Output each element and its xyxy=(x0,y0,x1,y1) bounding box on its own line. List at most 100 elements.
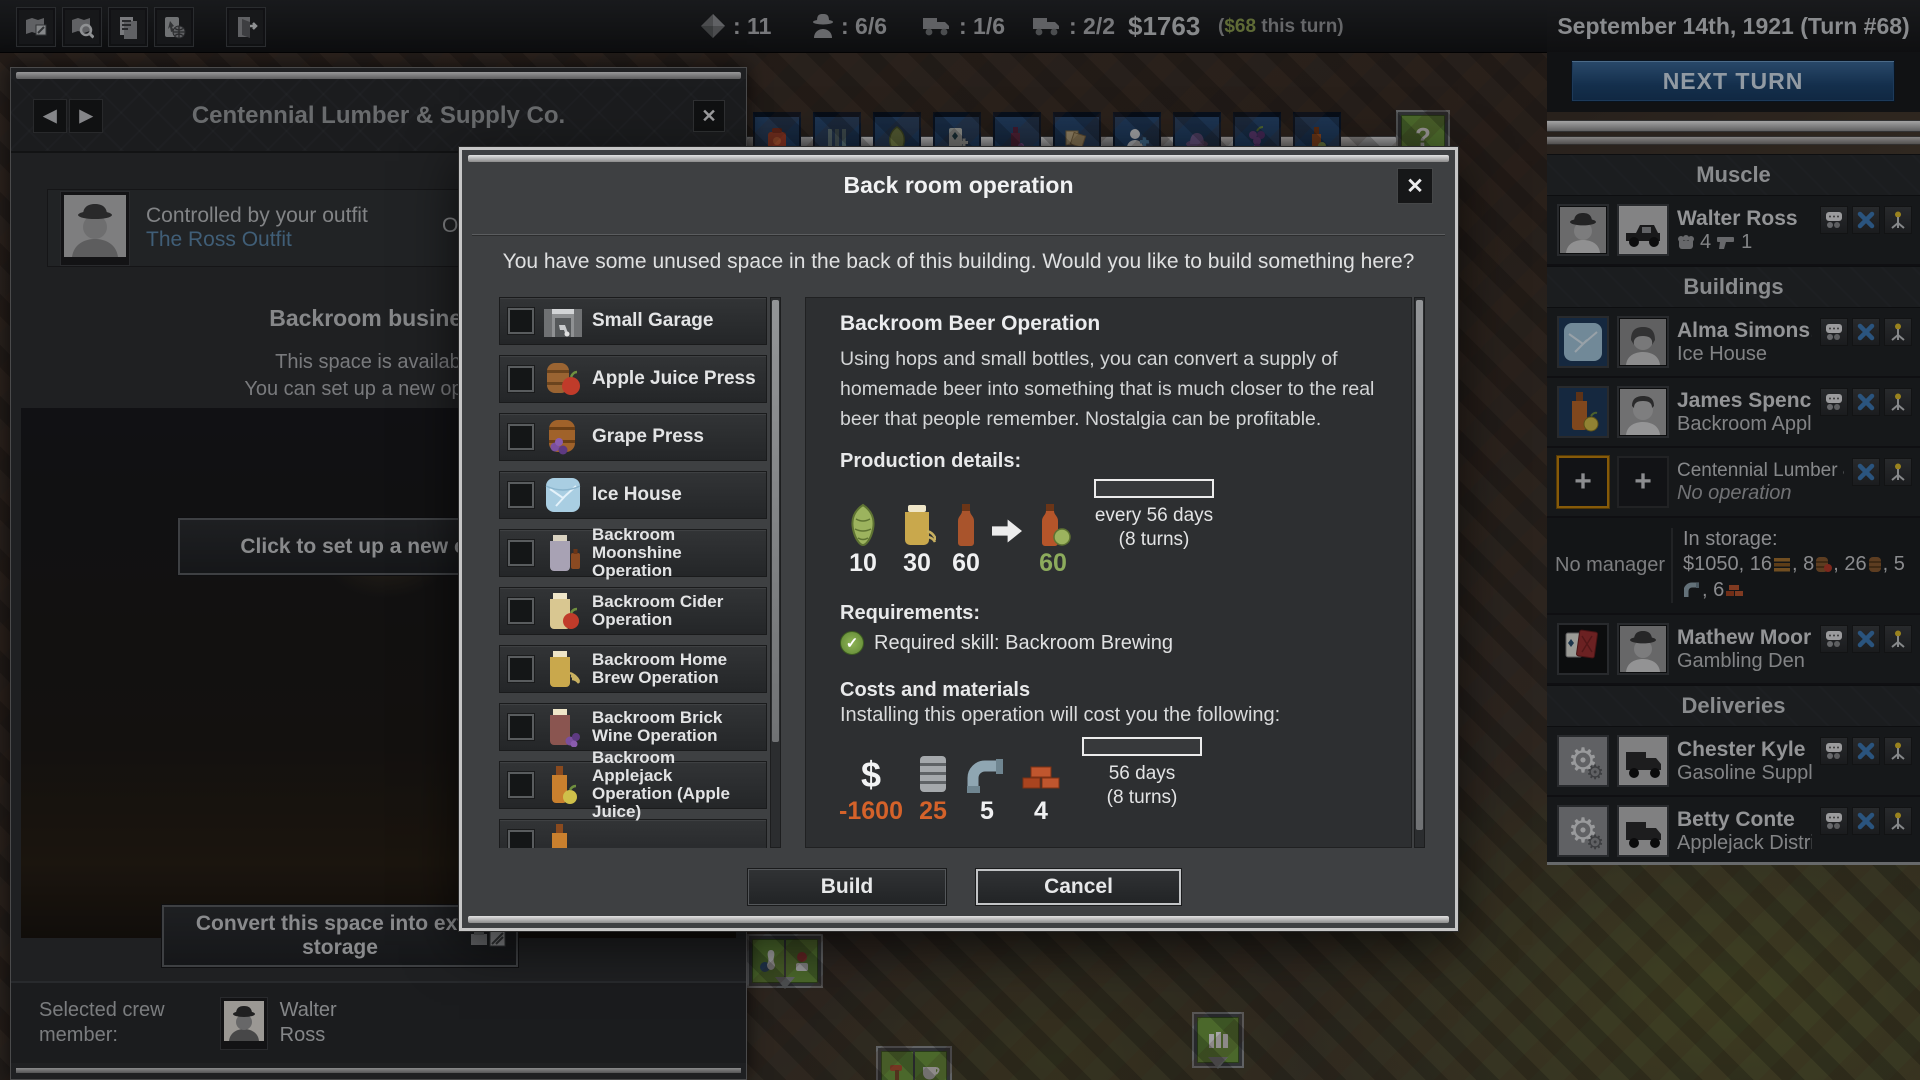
bottle-icon xyxy=(542,821,584,848)
cancel-button[interactable]: Cancel xyxy=(976,869,1181,905)
modal-bottom-rail xyxy=(468,916,1449,923)
cycle-text-2: (8 turns) xyxy=(1118,529,1190,550)
ice-house-icon xyxy=(542,473,584,517)
option-label: Apple Juice Press xyxy=(592,368,756,389)
operation-option-cider[interactable]: Backroom Cider Operation xyxy=(499,587,767,635)
requirements-heading: Requirements: xyxy=(840,602,981,624)
grape-press-icon xyxy=(542,415,584,459)
option-label: Backroom Cider Operation xyxy=(592,592,724,629)
moonshine-icon xyxy=(542,531,584,575)
small-bottle-icon xyxy=(958,504,974,546)
check-icon: ✓ xyxy=(840,631,864,655)
close-icon: ✕ xyxy=(1406,174,1424,198)
modal-divider xyxy=(472,234,1445,235)
output-beer: 60 xyxy=(1030,503,1076,576)
option-label: Backroom Applejack Operation (Apple Juic… xyxy=(592,748,730,821)
cost-qty: 5 xyxy=(980,797,994,825)
home-brew-icon xyxy=(542,647,584,691)
option-label: Backroom Moonshine Operation xyxy=(592,525,682,580)
cost-time-1: 56 days xyxy=(1108,763,1176,784)
modal-title: Back room operation xyxy=(843,172,1074,198)
modal-message: You have some unused space in the back o… xyxy=(502,250,1415,273)
detail-scrollbar[interactable] xyxy=(1414,297,1425,848)
cycle-text-1: every 56 days xyxy=(1094,505,1214,526)
requirement-text: Required skill: Backroom Brewing xyxy=(874,631,1174,654)
operation-option-ice-house[interactable]: Ice House xyxy=(499,471,767,519)
cost-time: 56 days (8 turns) xyxy=(1082,737,1202,810)
cost-pipe: 5 xyxy=(964,753,1010,824)
apple-juice-press-icon xyxy=(542,357,584,401)
game-screen: ?: 11: 6/6: 1/6: 2/2 $1763 ($68 this… xyxy=(0,0,1920,1080)
checkbox[interactable] xyxy=(508,598,534,624)
backroom-operation-modal: Back room operation ✕ You have some unus… xyxy=(459,147,1458,931)
applejack-icon xyxy=(542,763,584,807)
checkbox[interactable] xyxy=(508,308,534,334)
input-small-bottle: 60 xyxy=(948,503,984,576)
production-heading: Production details: xyxy=(840,450,1022,472)
option-label: Small Garage xyxy=(592,310,714,331)
bricks-icon xyxy=(1022,766,1060,789)
cost-cash: $ -1600 xyxy=(839,754,903,825)
costs-line: Installing this operation will cost you … xyxy=(840,704,1281,726)
list-scrollbar-thumb[interactable] xyxy=(772,300,779,742)
option-label: Backroom Brick Wine Operation xyxy=(592,708,723,745)
operation-option-apple-juice-press[interactable]: Apple Juice Press xyxy=(499,355,767,403)
checkbox[interactable] xyxy=(508,540,534,566)
operation-detail-panel: Backroom Beer Operation Using hops and s… xyxy=(805,297,1412,848)
list-scrollbar[interactable] xyxy=(770,297,781,848)
metal-barrel-icon xyxy=(920,756,946,792)
cost-qty: 4 xyxy=(1034,797,1048,825)
operation-option-partial[interactable] xyxy=(499,819,767,848)
output-qty: 60 xyxy=(1039,549,1067,577)
option-label: Ice House xyxy=(592,484,682,505)
production-row: 10 30 60 60 every 56 days (8 turns) xyxy=(840,479,1377,576)
input-qty: 10 xyxy=(849,549,877,577)
cycle-progress-bar xyxy=(1094,479,1214,498)
cost-qty: 25 xyxy=(919,797,947,825)
operation-option-grape-press[interactable]: Grape Press xyxy=(499,413,767,461)
operation-option-small-garage[interactable]: Small Garage xyxy=(499,297,767,345)
operation-option-brick-wine[interactable]: Backroom Brick Wine Operation xyxy=(499,703,767,751)
operation-option-moonshine[interactable]: Backroom Moonshine Operation xyxy=(499,525,767,580)
checkbox[interactable] xyxy=(508,656,534,682)
modal-top-rail xyxy=(468,155,1449,162)
detail-scrollbar-thumb[interactable] xyxy=(1416,300,1423,830)
option-label: Grape Press xyxy=(592,426,704,447)
costs-heading: Costs and materials xyxy=(840,679,1031,701)
small-garage-icon xyxy=(542,299,584,343)
production-arrow-icon xyxy=(992,519,1022,543)
detail-title: Backroom Beer Operation xyxy=(840,312,1101,335)
operation-option-home-brew[interactable]: Backroom Home Brew Operation xyxy=(499,645,767,693)
dollar-icon: $ xyxy=(860,754,882,795)
costs-row: $ -1600 25 5 4 56 days (8 turns) xyxy=(839,737,1377,825)
checkbox[interactable] xyxy=(508,366,534,392)
operation-list: Small Garage Apple Juice Press Grape Pre… xyxy=(499,297,767,848)
checkbox[interactable] xyxy=(508,714,534,740)
checkbox[interactable] xyxy=(508,830,534,848)
cost-bricks: 4 xyxy=(1018,753,1064,824)
input-qty: 60 xyxy=(952,549,980,577)
checkbox[interactable] xyxy=(508,482,534,508)
brew-jar-icon xyxy=(905,505,936,545)
operation-option-applejack[interactable]: Backroom Applejack Operation (Apple Juic… xyxy=(499,749,767,821)
checkbox[interactable] xyxy=(508,772,534,798)
build-button[interactable]: Build xyxy=(748,869,946,905)
cost-progress-bar xyxy=(1082,737,1202,756)
cost-qty: -1600 xyxy=(839,797,903,825)
pipe-icon xyxy=(967,759,1003,793)
production-cycle: every 56 days (8 turns) xyxy=(1094,479,1214,552)
modal-close-button[interactable]: ✕ xyxy=(1397,168,1433,204)
brick-wine-icon xyxy=(542,705,584,749)
checkbox[interactable] xyxy=(508,424,534,450)
check-glyph: ✓ xyxy=(845,635,859,652)
input-home-brew: 30 xyxy=(894,503,940,576)
cider-icon xyxy=(542,589,584,633)
beer-bottle-icon xyxy=(1042,504,1071,546)
input-qty: 30 xyxy=(903,549,931,577)
option-label: Backroom Home Brew Operation xyxy=(592,650,728,687)
cost-metal-barrel: 25 xyxy=(910,753,956,824)
cost-time-2: (8 turns) xyxy=(1106,787,1178,808)
requirement-line: ✓ Required skill: Backroom Brewing xyxy=(840,631,1377,655)
hops-icon xyxy=(851,503,875,547)
materials-note: (Materials and cash need to be ready in … xyxy=(840,846,1400,847)
